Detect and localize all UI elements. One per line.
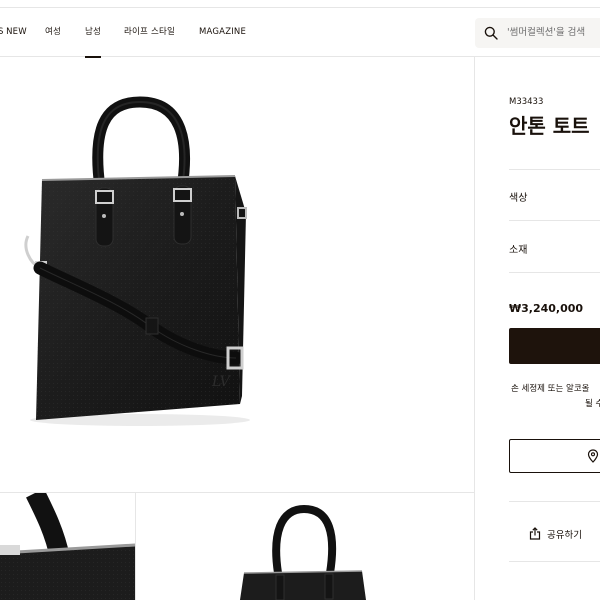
location-pin-icon (587, 449, 599, 463)
add-to-cart-button[interactable] (509, 328, 600, 364)
product-sku: M33433 (509, 97, 544, 107)
product-thumbnail-1[interactable] (0, 493, 135, 600)
svg-text:LV: LV (211, 374, 232, 390)
product-thumbnail-2[interactable] (136, 493, 474, 600)
product-price: ₩3,240,000 (509, 302, 584, 315)
divider (509, 272, 600, 273)
color-selector[interactable]: 색상 (509, 189, 527, 204)
product-title: 안톤 토트 (509, 114, 590, 138)
share-icon (529, 527, 541, 540)
search-input[interactable]: '썸머컬렉션'을 검색 (475, 18, 600, 48)
search-icon (484, 26, 498, 40)
product-main-image[interactable]: LV (0, 58, 474, 492)
nav-item-women[interactable]: 여성 (45, 8, 61, 57)
hygiene-note-line-1: 손 세정제 또는 알코올 (511, 384, 590, 394)
product-info-panel: M33433 안톤 토트 색상 소재 ₩3,240,000 손 세정제 또는 알… (475, 58, 600, 600)
divider (509, 501, 600, 502)
nav-item-new[interactable]: S NEW (0, 8, 27, 57)
nav-item-lifestyle[interactable]: 라이프 스타일 (124, 8, 175, 57)
divider (509, 169, 600, 170)
nav-item-magazine[interactable]: MAGAZINE (199, 8, 246, 57)
find-in-store-button[interactable] (509, 439, 600, 473)
divider (509, 220, 600, 221)
top-navigation-bar: S NEW 여성 남성 라이프 스타일 MAGAZINE '썸머컬렉션'을 검색 (0, 7, 600, 58)
hygiene-note-line-2: 될 수 (585, 399, 600, 409)
material-selector[interactable]: 소재 (509, 241, 527, 256)
share-label: 공유하기 (547, 530, 582, 541)
nav-item-men[interactable]: 남성 (85, 8, 102, 58)
divider (509, 561, 600, 562)
search-placeholder: '썸머컬렉션'을 검색 (507, 27, 586, 38)
